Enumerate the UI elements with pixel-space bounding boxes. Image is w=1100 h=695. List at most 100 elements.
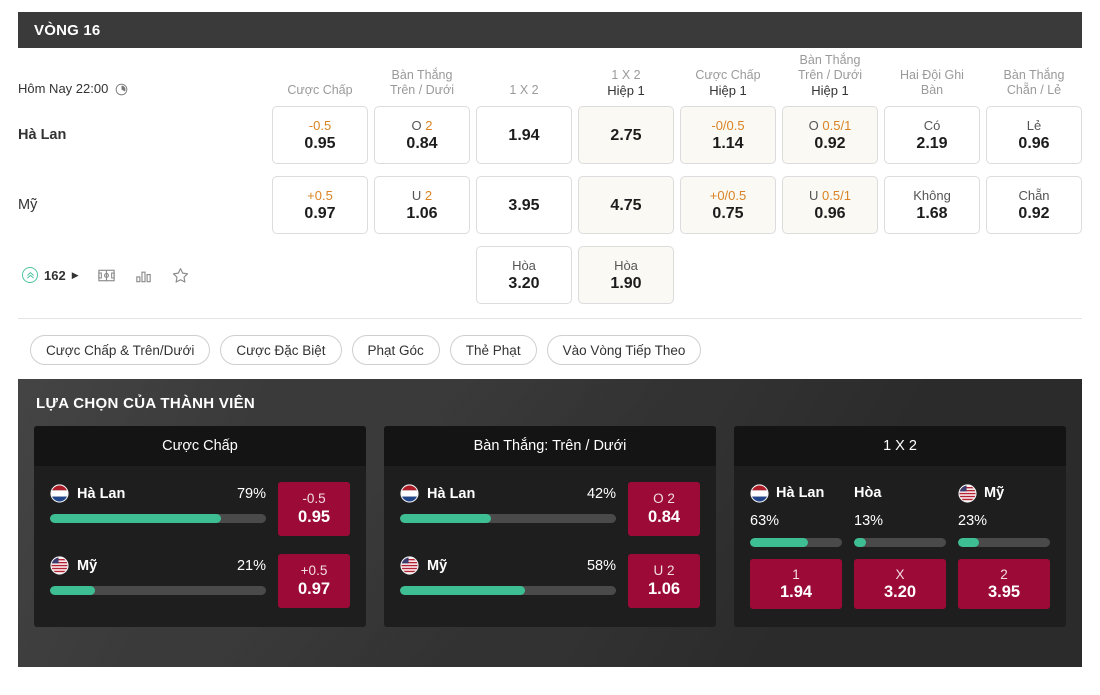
selection-team-name: Hòa — [854, 485, 882, 501]
bar-chart-icon[interactable] — [134, 266, 153, 285]
member-odd-button[interactable]: +0.5 0.97 — [278, 554, 350, 608]
odd-price: 1.90 — [610, 274, 642, 292]
odd-button[interactable]: +0/0.5 0.75 — [680, 176, 776, 234]
card-body: Hà Lan 42% O 2 0.84 Mỹ 58% U 2 1.06 — [384, 466, 716, 626]
match-odds-block: Hôm Nay 22:00 Cược Chấp Bàn Thắng Trên / … — [0, 48, 1100, 310]
member-choice-title: LỰA CHỌN CỦA THÀNH VIÊN — [36, 395, 256, 412]
odd-button[interactable]: Chẵn 0.92 — [986, 176, 1082, 234]
odd-price: 1.14 — [712, 134, 744, 152]
football-pitch-icon[interactable] — [97, 266, 116, 285]
odd-button[interactable]: U 2 1.06 — [374, 176, 470, 234]
selection-team-name: Mỹ — [984, 485, 1005, 501]
odd-button[interactable]: -0.5 0.95 — [272, 106, 368, 164]
odd-line: -0.5 — [302, 491, 326, 506]
selection-percent: 13% — [854, 513, 884, 529]
live-stream-badge[interactable]: 162 ▶ — [22, 267, 79, 283]
selection-progress-bar — [400, 514, 616, 523]
column-header: Cược Chấp Hiệp 1 — [680, 48, 776, 100]
odd-button[interactable]: Không 1.68 — [884, 176, 980, 234]
odd-line: U 2 — [653, 563, 675, 578]
filter-pill-handicap-ou[interactable]: Cược Chấp & Trên/Dưới — [30, 335, 211, 365]
odd-price: 0.97 — [297, 580, 331, 598]
odd-button[interactable]: Có 2.19 — [884, 106, 980, 164]
home-team-name: Hà Lan — [18, 127, 67, 143]
odd-line: U 0.5/1 — [809, 187, 851, 203]
odd-button[interactable]: U 0.5/1 0.96 — [782, 176, 878, 234]
odd-button[interactable]: Lẻ 0.96 — [986, 106, 1082, 164]
home-team-row: Hà Lan -0.5 0.95 O 2 0.84 1.94 2.75 -0/0… — [18, 100, 1082, 170]
odd-button[interactable]: O 2 0.84 — [374, 106, 470, 164]
odd-price: 3.95 — [987, 582, 1021, 601]
odd-button[interactable]: 2.75 — [578, 106, 674, 164]
netherlands-flag-icon — [400, 484, 419, 503]
selection-row: Hà Lan 42% O 2 0.84 — [400, 482, 700, 536]
filter-pill-cards[interactable]: Thẻ Phạt — [449, 335, 537, 365]
filter-pill-specials[interactable]: Cược Đặc Biệt — [220, 335, 342, 365]
selection-header: Mỹ — [958, 482, 1050, 504]
odd-line: 1 — [792, 566, 800, 582]
expand-arrow-icon: ▶ — [71, 269, 79, 280]
filter-pill-next-round[interactable]: Vào Vòng Tiếp Theo — [546, 335, 702, 365]
selection-team-name: Hà Lan — [427, 485, 476, 502]
netherlands-flag-icon — [50, 484, 69, 503]
odd-line: X — [895, 566, 905, 582]
odd-button[interactable]: 3.95 — [476, 176, 572, 234]
member-odd-button[interactable]: 2 3.95 — [958, 559, 1050, 609]
selection-header: Hà Lan 79% — [50, 484, 266, 503]
selection-column: Hòa 13% X 3.20 — [854, 482, 946, 609]
odd-price: 3.95 — [508, 196, 540, 214]
odd-button[interactable]: -0/0.5 1.14 — [680, 106, 776, 164]
odd-placeholder — [884, 246, 980, 304]
member-odd-button[interactable]: X 3.20 — [854, 559, 946, 609]
selection-header: Mỹ 21% — [50, 556, 266, 575]
odd-button-draw[interactable]: Hòa 3.20 — [476, 246, 572, 304]
odd-price: 1.68 — [916, 204, 948, 222]
odd-line: +0.5 — [307, 187, 333, 203]
selection-percent: 21% — [236, 557, 266, 574]
column-header: Hai Đội Ghi Bàn — [884, 48, 980, 100]
usa-flag-icon — [958, 483, 977, 503]
odd-line: Hòa — [512, 257, 536, 273]
member-odd-button[interactable]: 1 1.94 — [750, 559, 842, 609]
odd-price: 0.96 — [814, 204, 846, 222]
odd-price: 0.95 — [297, 508, 331, 526]
odd-price: 2.19 — [916, 134, 948, 152]
member-card-1x2: 1 X 2 Hà Lan 63% 1 1.94 Hòa 13% X 3.20 M… — [734, 426, 1066, 627]
member-odd-button[interactable]: -0.5 0.95 — [278, 482, 350, 536]
live-count: 162 — [44, 267, 66, 283]
selection-header: Hà Lan 42% — [400, 484, 616, 503]
odd-price: 0.92 — [1018, 204, 1050, 222]
odd-price: 1.06 — [647, 580, 681, 598]
match-meta-icons: 162 ▶ — [18, 240, 266, 310]
odd-line: +0/0.5 — [709, 187, 747, 203]
odd-price: 0.97 — [304, 204, 336, 222]
odd-line: O 0.5/1 — [808, 117, 852, 133]
column-subtitle: Hiệp 1 — [709, 83, 747, 98]
odd-button[interactable]: 1.94 — [476, 106, 572, 164]
odd-line: -0.5 — [308, 117, 332, 133]
odd-button[interactable]: 4.75 — [578, 176, 674, 234]
column-title: Bàn Thắng Chẵn / Lẻ — [1003, 68, 1065, 97]
member-odd-button[interactable]: U 2 1.06 — [628, 554, 700, 608]
kickoff-time: Hôm Nay 22:00 — [18, 81, 109, 96]
odd-button-draw[interactable]: Hòa 1.90 — [578, 246, 674, 304]
odd-button[interactable]: O 0.5/1 0.92 — [782, 106, 878, 164]
odd-line: Chẵn — [1018, 187, 1050, 203]
selection-header: Hòa — [854, 482, 946, 504]
filter-pill-corners[interactable]: Phạt Góc — [351, 335, 440, 365]
odd-placeholder — [680, 246, 776, 304]
odd-placeholder — [782, 246, 878, 304]
round-title: VÒNG 16 — [34, 21, 101, 39]
odd-price: 0.96 — [1018, 134, 1050, 152]
selection-info: Mỹ 21% — [50, 554, 266, 595]
column-title: 1 X 2 — [611, 68, 641, 82]
selection-team-name: Mỹ — [77, 557, 98, 574]
usa-flag-icon — [400, 556, 419, 575]
odd-placeholder — [986, 246, 1082, 304]
star-icon[interactable] — [171, 266, 190, 285]
member-choice-cards: Cược Chấp Hà Lan 79% -0.5 0.95 Mỹ 21% +0… — [34, 426, 1066, 627]
selection-header: Mỹ 58% — [400, 556, 616, 575]
odd-button[interactable]: +0.5 0.97 — [272, 176, 368, 234]
selection-info: Hà Lan 79% — [50, 482, 266, 523]
member-odd-button[interactable]: O 2 0.84 — [628, 482, 700, 536]
